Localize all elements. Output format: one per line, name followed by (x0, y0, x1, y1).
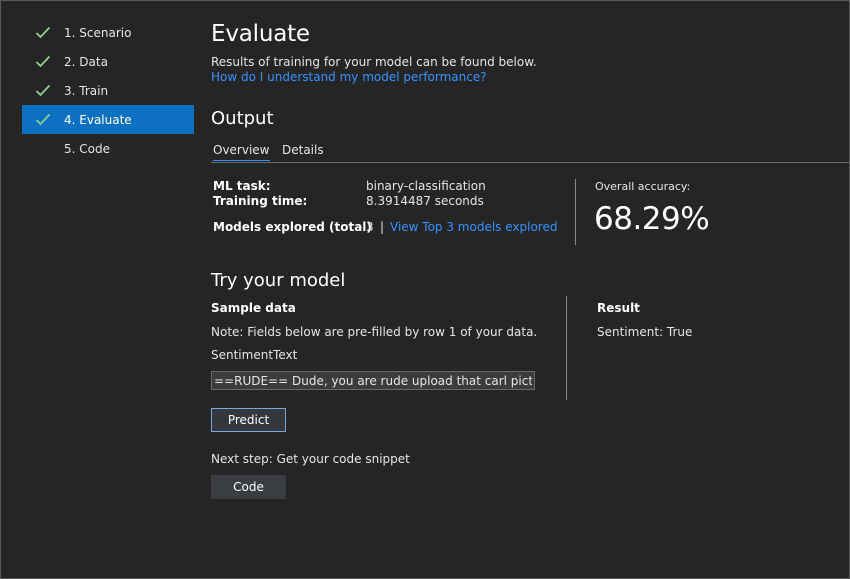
page-title: Evaluate (211, 21, 310, 47)
wizard-steps-sidebar: 1. Scenario 2. Data 3. Train 4. Evaluate… (22, 18, 194, 163)
predict-button[interactable]: Predict (211, 408, 286, 432)
code-button[interactable]: Code (211, 475, 286, 499)
checkmark-icon (33, 83, 53, 99)
models-explored-value: 3 (366, 220, 374, 234)
performance-help-link[interactable]: How do I understand my model performance… (211, 70, 487, 84)
sample-data-heading: Sample data (211, 301, 296, 315)
step-label: 3. Train (64, 83, 109, 98)
step-data[interactable]: 2. Data (22, 47, 194, 76)
accuracy-value: 68.29% (594, 201, 710, 237)
training-time-value: 8.3914487 seconds (366, 194, 484, 208)
output-tabs: Overview Details (211, 141, 849, 163)
next-step-text: Next step: Get your code snippet (211, 452, 410, 466)
checkmark-icon (33, 25, 53, 41)
tab-overview[interactable]: Overview (213, 143, 270, 161)
step-label: 2. Data (64, 54, 108, 69)
prefill-note: Note: Fields below are pre-filled by row… (211, 325, 538, 339)
view-top-models-link[interactable]: View Top 3 models explored (390, 220, 557, 234)
checkmark-icon (33, 54, 53, 70)
sentiment-text-label: SentimentText (211, 348, 298, 362)
sentiment-text-input[interactable] (211, 371, 535, 390)
metrics-divider (575, 179, 576, 245)
output-heading: Output (211, 108, 274, 129)
step-evaluate[interactable]: 4. Evaluate (22, 105, 194, 134)
step-scenario[interactable]: 1. Scenario (22, 18, 194, 47)
checkmark-icon (33, 112, 53, 128)
training-time-label: Training time: (213, 194, 308, 208)
step-label: 5. Code (64, 141, 110, 156)
step-code[interactable]: 5. Code (22, 134, 194, 163)
page-subtitle: Results of training for your model can b… (211, 55, 537, 69)
result-value: Sentiment: True (597, 325, 693, 339)
result-heading: Result (597, 301, 640, 315)
try-model-heading: Try your model (211, 270, 346, 291)
result-divider (566, 296, 567, 400)
step-train[interactable]: 3. Train (22, 76, 194, 105)
accuracy-label: Overall accuracy: (595, 180, 691, 193)
ml-task-value: binary-classification (366, 179, 486, 193)
tab-details[interactable]: Details (282, 143, 324, 157)
models-explored-label: Models explored (total) (213, 220, 372, 234)
app-window: 1. Scenario 2. Data 3. Train 4. Evaluate… (0, 0, 850, 579)
separator: | (380, 220, 385, 234)
step-label: 4. Evaluate (64, 112, 132, 127)
ml-task-label: ML task: (213, 179, 271, 193)
step-label: 1. Scenario (64, 25, 132, 40)
